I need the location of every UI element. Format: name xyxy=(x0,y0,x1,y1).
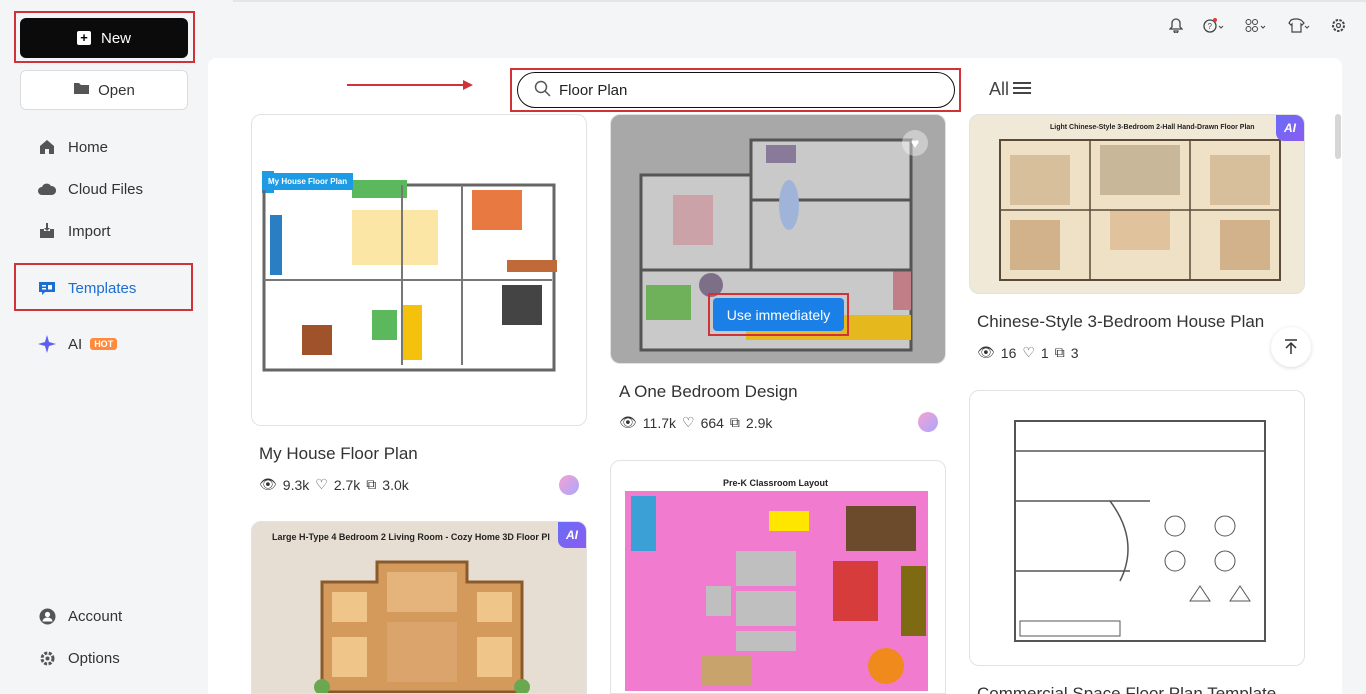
search-value: Floor Plan xyxy=(559,81,628,99)
topbar-actions: ? xyxy=(1169,18,1346,33)
template-card-chinese-style[interactable]: Light Chinese-Style 3-Bedroom 2-Hall Han… xyxy=(969,114,1305,294)
copies-count: 3.0k xyxy=(382,476,409,493)
card-stats: 👁 9.3k ♡ 2.7k ⧉ 3.0k xyxy=(259,476,409,493)
sidebar-item-cloud-files[interactable]: Cloud Files xyxy=(38,177,143,201)
filter-label: All xyxy=(989,79,1010,99)
template-card-commercial-space[interactable] xyxy=(969,390,1305,666)
all-filter-button[interactable]: All xyxy=(989,79,1032,100)
hot-badge: HOT xyxy=(90,338,118,350)
sidebar-item-ai[interactable]: AI HOT xyxy=(38,332,118,356)
bell-icon[interactable] xyxy=(1169,18,1183,33)
eye-icon: 👁 xyxy=(977,344,995,360)
author-avatar[interactable] xyxy=(559,475,579,495)
annotation-arrow xyxy=(347,80,473,90)
copy-icon: ⧉ xyxy=(366,476,377,492)
scrollbar[interactable] xyxy=(1335,114,1341,159)
views-count: 11.7k xyxy=(642,414,676,431)
author-avatar[interactable] xyxy=(918,412,938,432)
likes-count: 1 xyxy=(1040,344,1049,361)
import-icon xyxy=(38,222,56,240)
account-icon xyxy=(38,607,56,625)
sidebar-item-label: Cloud Files xyxy=(68,180,144,198)
svg-text:?: ? xyxy=(1208,22,1213,31)
sidebar-item-label: Account xyxy=(68,607,123,625)
plus-icon: + xyxy=(76,31,91,45)
card-stats: 👁 16 ♡ 1 ⧉ 3 xyxy=(977,344,1079,361)
arrow-up-icon xyxy=(1285,339,1297,354)
template-card-h-type-4-bedroom[interactable]: Large H-Type 4 Bedroom 2 Living Room - C… xyxy=(251,521,587,694)
template-card-my-house[interactable]: My House Floor Plan xyxy=(251,114,587,426)
card-stats: 👁 11.7k ♡ 664 ⧉ 2.9k xyxy=(619,414,772,431)
sidebar-item-label: Templates xyxy=(68,279,137,297)
new-button[interactable]: + New xyxy=(20,18,188,58)
sidebar-item-label: Home xyxy=(68,138,109,156)
sidebar-item-label: Import xyxy=(68,222,111,240)
use-immediately-button[interactable]: Use immediately xyxy=(713,298,844,331)
gear-icon xyxy=(38,649,56,667)
heart-icon: ♡ xyxy=(1022,344,1035,360)
thumbnail-title: Large H-Type 4 Bedroom 2 Living Room - C… xyxy=(272,532,550,542)
sidebar: + New Open Home Cloud Files Import Templ… xyxy=(0,0,208,694)
settings-icon[interactable] xyxy=(1331,18,1346,33)
sidebar-item-label: AI xyxy=(68,335,83,353)
ai-badge: AI xyxy=(1276,115,1304,141)
sidebar-item-import[interactable]: Import xyxy=(38,219,111,243)
search-icon xyxy=(534,80,551,101)
menu-icon xyxy=(1013,79,1032,100)
sparkle-icon xyxy=(38,335,56,353)
home-icon xyxy=(38,138,56,156)
views-count: 9.3k xyxy=(282,476,310,493)
thumbnail-title: Pre-K Classroom Layout xyxy=(723,478,829,488)
card-title[interactable]: Chinese-Style 3-Bedroom House Plan xyxy=(977,312,1264,332)
search-input[interactable]: Floor Plan xyxy=(517,72,955,108)
floor-plan-thumbnail xyxy=(314,560,530,693)
floor-plan-thumbnail xyxy=(262,171,557,372)
likes-count: 664 xyxy=(700,414,724,431)
templates-icon xyxy=(38,279,56,297)
floor-plan-thumbnail xyxy=(1014,420,1266,642)
floor-plan-thumbnail xyxy=(999,139,1281,281)
open-button[interactable]: Open xyxy=(20,70,188,110)
sidebar-item-account[interactable]: Account xyxy=(38,604,122,628)
classroom-thumbnail xyxy=(625,491,928,691)
back-to-top-button[interactable] xyxy=(1271,327,1311,367)
apps-icon[interactable] xyxy=(1245,18,1267,33)
copies-count: 3 xyxy=(1070,344,1079,361)
shirt-icon[interactable] xyxy=(1287,18,1311,33)
folder-icon xyxy=(73,81,90,99)
card-title[interactable]: My House Floor Plan xyxy=(259,444,418,464)
heart-icon: ♡ xyxy=(682,414,695,430)
copies-count: 2.9k xyxy=(745,414,773,431)
new-button-label: New xyxy=(100,29,131,47)
heart-icon: ♡ xyxy=(315,476,328,492)
open-button-label: Open xyxy=(98,81,135,99)
sidebar-item-options[interactable]: Options xyxy=(38,646,120,670)
card-title[interactable]: Commercial Space Floor Plan Template xyxy=(977,684,1276,694)
copy-icon: ⧉ xyxy=(729,414,740,430)
top-divider xyxy=(233,0,1366,2)
thumbnail-title: Light Chinese-Style 3-Bedroom 2-Hall Han… xyxy=(1050,124,1255,131)
eye-icon: 👁 xyxy=(619,414,637,430)
card-title[interactable]: A One Bedroom Design xyxy=(619,382,798,402)
eye-icon: 👁 xyxy=(259,476,277,492)
cloud-icon xyxy=(38,180,56,198)
copy-icon: ⧉ xyxy=(1054,344,1065,360)
help-icon[interactable]: ? xyxy=(1203,18,1225,33)
likes-count: 2.7k xyxy=(333,476,361,493)
ai-badge: AI xyxy=(558,522,586,548)
template-card-pre-k-classroom[interactable]: Pre-K Classroom Layout xyxy=(610,460,946,694)
thumbnail-title: My House Floor Plan xyxy=(262,173,354,190)
sidebar-item-templates[interactable]: Templates xyxy=(38,276,136,300)
favorite-button[interactable]: ♥ xyxy=(902,130,928,156)
sidebar-item-label: Options xyxy=(68,649,120,667)
views-count: 16 xyxy=(1000,344,1017,361)
sidebar-item-home[interactable]: Home xyxy=(38,135,108,159)
